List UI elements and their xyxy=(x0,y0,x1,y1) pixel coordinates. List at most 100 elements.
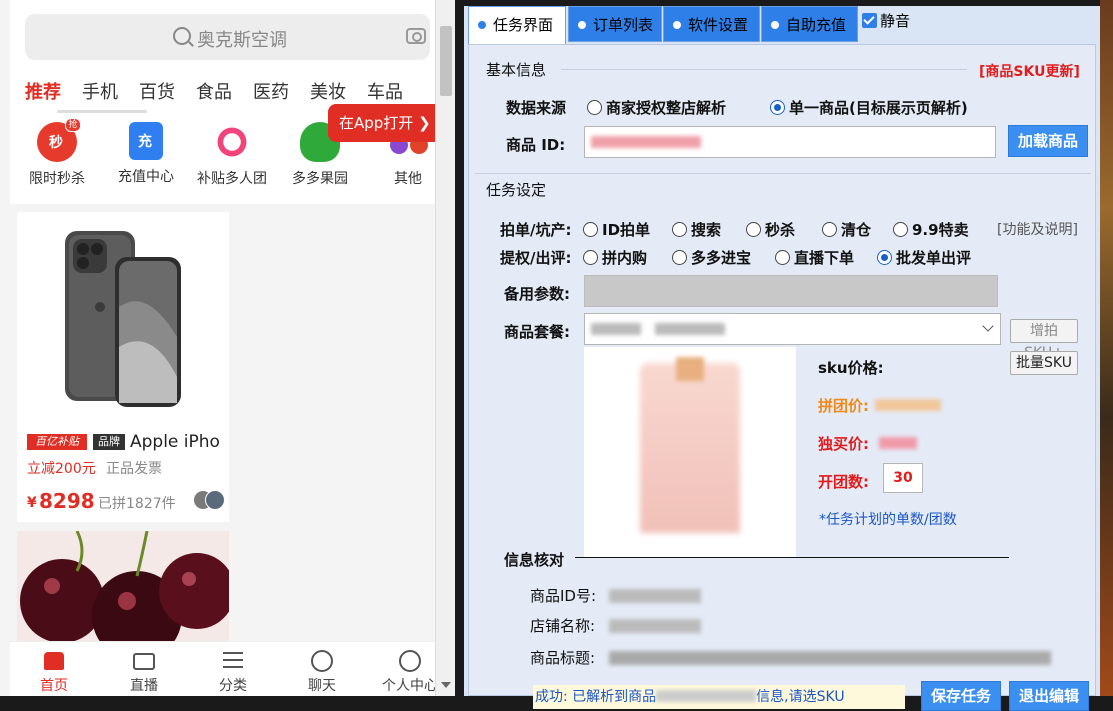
radio-icon xyxy=(583,222,598,237)
radio-label: 秒杀 xyxy=(765,221,796,239)
status-suffix: 信息,请选SKU xyxy=(756,689,845,705)
nav-category[interactable]: 分类 xyxy=(203,648,263,695)
redacted-value xyxy=(609,589,701,603)
category-tab[interactable]: 手机 xyxy=(82,78,118,104)
category-tab[interactable]: 医药 xyxy=(253,78,289,104)
radio-duoduo-jinbao[interactable]: 多多进宝 xyxy=(672,247,751,268)
package-select[interactable] xyxy=(584,313,1001,345)
backup-param-label: 备用参数: xyxy=(504,285,570,303)
category-tab[interactable]: 美妆 xyxy=(310,78,346,104)
nav-label: 个人中心 xyxy=(382,678,438,694)
category-tab[interactable]: 推荐 xyxy=(25,78,61,104)
radio-search[interactable]: 搜索 xyxy=(672,219,721,240)
radio-label: 搜索 xyxy=(691,221,722,239)
product-id-input[interactable] xyxy=(584,126,996,158)
status-bar: 成功: 已解析到商品 信息,请选SKU xyxy=(533,685,905,709)
nav-profile[interactable]: 个人中心 xyxy=(376,648,444,695)
batch-sku-button[interactable]: 批量SKU xyxy=(1010,351,1078,375)
nav-chat[interactable]: 聊天 xyxy=(292,648,352,695)
flash-sale-icon: 秒 抢 xyxy=(37,118,81,162)
tab-recharge[interactable]: 自助充值 xyxy=(761,6,858,42)
radio-clearance[interactable]: 清仓 xyxy=(822,219,871,240)
category-tab[interactable]: 食品 xyxy=(196,78,232,104)
sku-update-link[interactable]: [商品SKU更新] xyxy=(979,61,1080,81)
tab-label: 任务界面 xyxy=(493,16,554,34)
groups-input[interactable]: 30 xyxy=(883,463,923,493)
radio-icon xyxy=(583,250,598,265)
category-scroll-indicator xyxy=(57,110,147,113)
order-mode-label: 拍单/坑产: xyxy=(500,221,572,239)
chevron-right-icon: ❯ xyxy=(418,114,431,132)
category-tabs: 推荐 手机 百货 食品 医药 美妆 车品 xyxy=(25,78,424,106)
task-tool-window: 任务界面 订单列表 软件设置 自助充值 静音 基本信息 [商品SKU更新] 数据… xyxy=(464,6,1100,711)
features-link[interactable]: [功能及说明] xyxy=(997,219,1078,239)
load-product-button[interactable]: 加载商品 xyxy=(1008,125,1088,157)
search-input[interactable]: 奥克斯空调 xyxy=(197,26,287,52)
task-settings-title: 任务设定 xyxy=(486,181,547,199)
open-in-app-button[interactable]: 在App打开 ❯ xyxy=(328,104,435,142)
checkbox-checked-icon xyxy=(862,13,877,28)
quick-entry-label: 多多果园 xyxy=(292,171,348,187)
product-image xyxy=(17,531,229,651)
groups-label: 开团数: xyxy=(818,473,869,491)
scroll-down-arrow-icon[interactable] xyxy=(441,682,451,688)
radio-wholesale-review[interactable]: 批发单出评 xyxy=(877,247,971,268)
radio-special-99[interactable]: 9.9特卖 xyxy=(893,219,969,240)
withdraw-label: 提权/出评: xyxy=(500,249,572,267)
scrollbar-thumb[interactable] xyxy=(440,26,452,96)
mute-checkbox[interactable]: 静音 xyxy=(862,10,910,31)
save-task-button[interactable]: 保存任务 xyxy=(921,681,1001,711)
nav-label: 分类 xyxy=(219,678,247,694)
radio-label: 商家授权整店解析 xyxy=(606,99,727,117)
tab-task[interactable]: 任务界面 xyxy=(468,6,566,44)
add-sku-button[interactable]: 增拍SKU+ xyxy=(1010,319,1078,361)
category-tab[interactable]: 百货 xyxy=(139,78,175,104)
category-tab[interactable]: 车品 xyxy=(367,78,403,104)
redacted-value xyxy=(591,323,641,335)
product-card[interactable]: 百亿补贴 品牌 Apple iPho 立减200元 正品发票 ¥ 8298 已拼… xyxy=(17,212,229,522)
tab-bar: 任务界面 订单列表 软件设置 自助充值 静音 xyxy=(464,6,1100,44)
quick-entry-recharge[interactable]: 充 充值中心 xyxy=(106,120,186,186)
radio-label: 批发单出评 xyxy=(896,249,972,267)
single-price-label: 独买价: xyxy=(818,435,869,453)
tab-orders[interactable]: 订单列表 xyxy=(568,6,662,42)
camera-icon[interactable] xyxy=(406,28,426,44)
phone-scrollbar[interactable] xyxy=(435,0,455,696)
radio-flash-sale[interactable]: 秒杀 xyxy=(746,219,795,240)
exit-edit-button[interactable]: 退出编辑 xyxy=(1009,681,1089,711)
tv-icon-shape xyxy=(133,653,155,670)
radio-icon xyxy=(672,222,687,237)
radio-label: 9.9特卖 xyxy=(912,221,969,239)
radio-single-product[interactable]: 单一商品(目标展示页解析) xyxy=(770,97,968,118)
group-divider xyxy=(561,69,967,70)
search-bar[interactable]: 奥克斯空调 xyxy=(25,14,430,60)
radio-live-order[interactable]: 直播下单 xyxy=(775,247,854,268)
tab-settings[interactable]: 软件设置 xyxy=(663,6,760,42)
task-panel: 基本信息 [商品SKU更新] 数据来源 商家授权整店解析 单一商品(目标展示页解… xyxy=(468,44,1096,711)
quick-entry-group-subsidy[interactable]: 补贴多人团 xyxy=(192,120,272,188)
radio-id-order[interactable]: ID拍单 xyxy=(583,219,650,240)
product-card[interactable] xyxy=(17,531,229,651)
tab-label: 订单列表 xyxy=(593,16,654,34)
nav-label: 首页 xyxy=(40,678,68,694)
radio-store-auth[interactable]: 商家授权整店解析 xyxy=(587,97,726,118)
nav-label: 直播 xyxy=(130,678,158,694)
nav-live[interactable]: 直播 xyxy=(114,648,174,695)
list-icon xyxy=(221,648,245,672)
open-in-app-label: 在App打开 xyxy=(339,114,414,132)
verify-title-label: 商品标题: xyxy=(530,649,596,667)
nav-label: 聊天 xyxy=(308,678,336,694)
tab-label: 自助充值 xyxy=(786,16,847,34)
redacted-value xyxy=(609,651,1051,665)
avatar xyxy=(205,490,225,510)
backup-param-input[interactable] xyxy=(584,275,998,307)
nav-home[interactable]: 首页 xyxy=(24,648,84,695)
tab-dot-icon xyxy=(771,21,779,29)
radio-internal-buy[interactable]: 拼内购 xyxy=(583,247,647,268)
radio-icon xyxy=(587,100,602,115)
redacted-value xyxy=(655,323,725,335)
tab-dot-icon xyxy=(673,21,681,29)
quick-entry-flash-sale[interactable]: 秒 抢 限时秒杀 xyxy=(17,118,97,188)
app-header: 奥克斯空调 推荐 手机 百货 食品 医药 美妆 车品 xyxy=(10,0,435,120)
group-divider xyxy=(475,173,1091,174)
